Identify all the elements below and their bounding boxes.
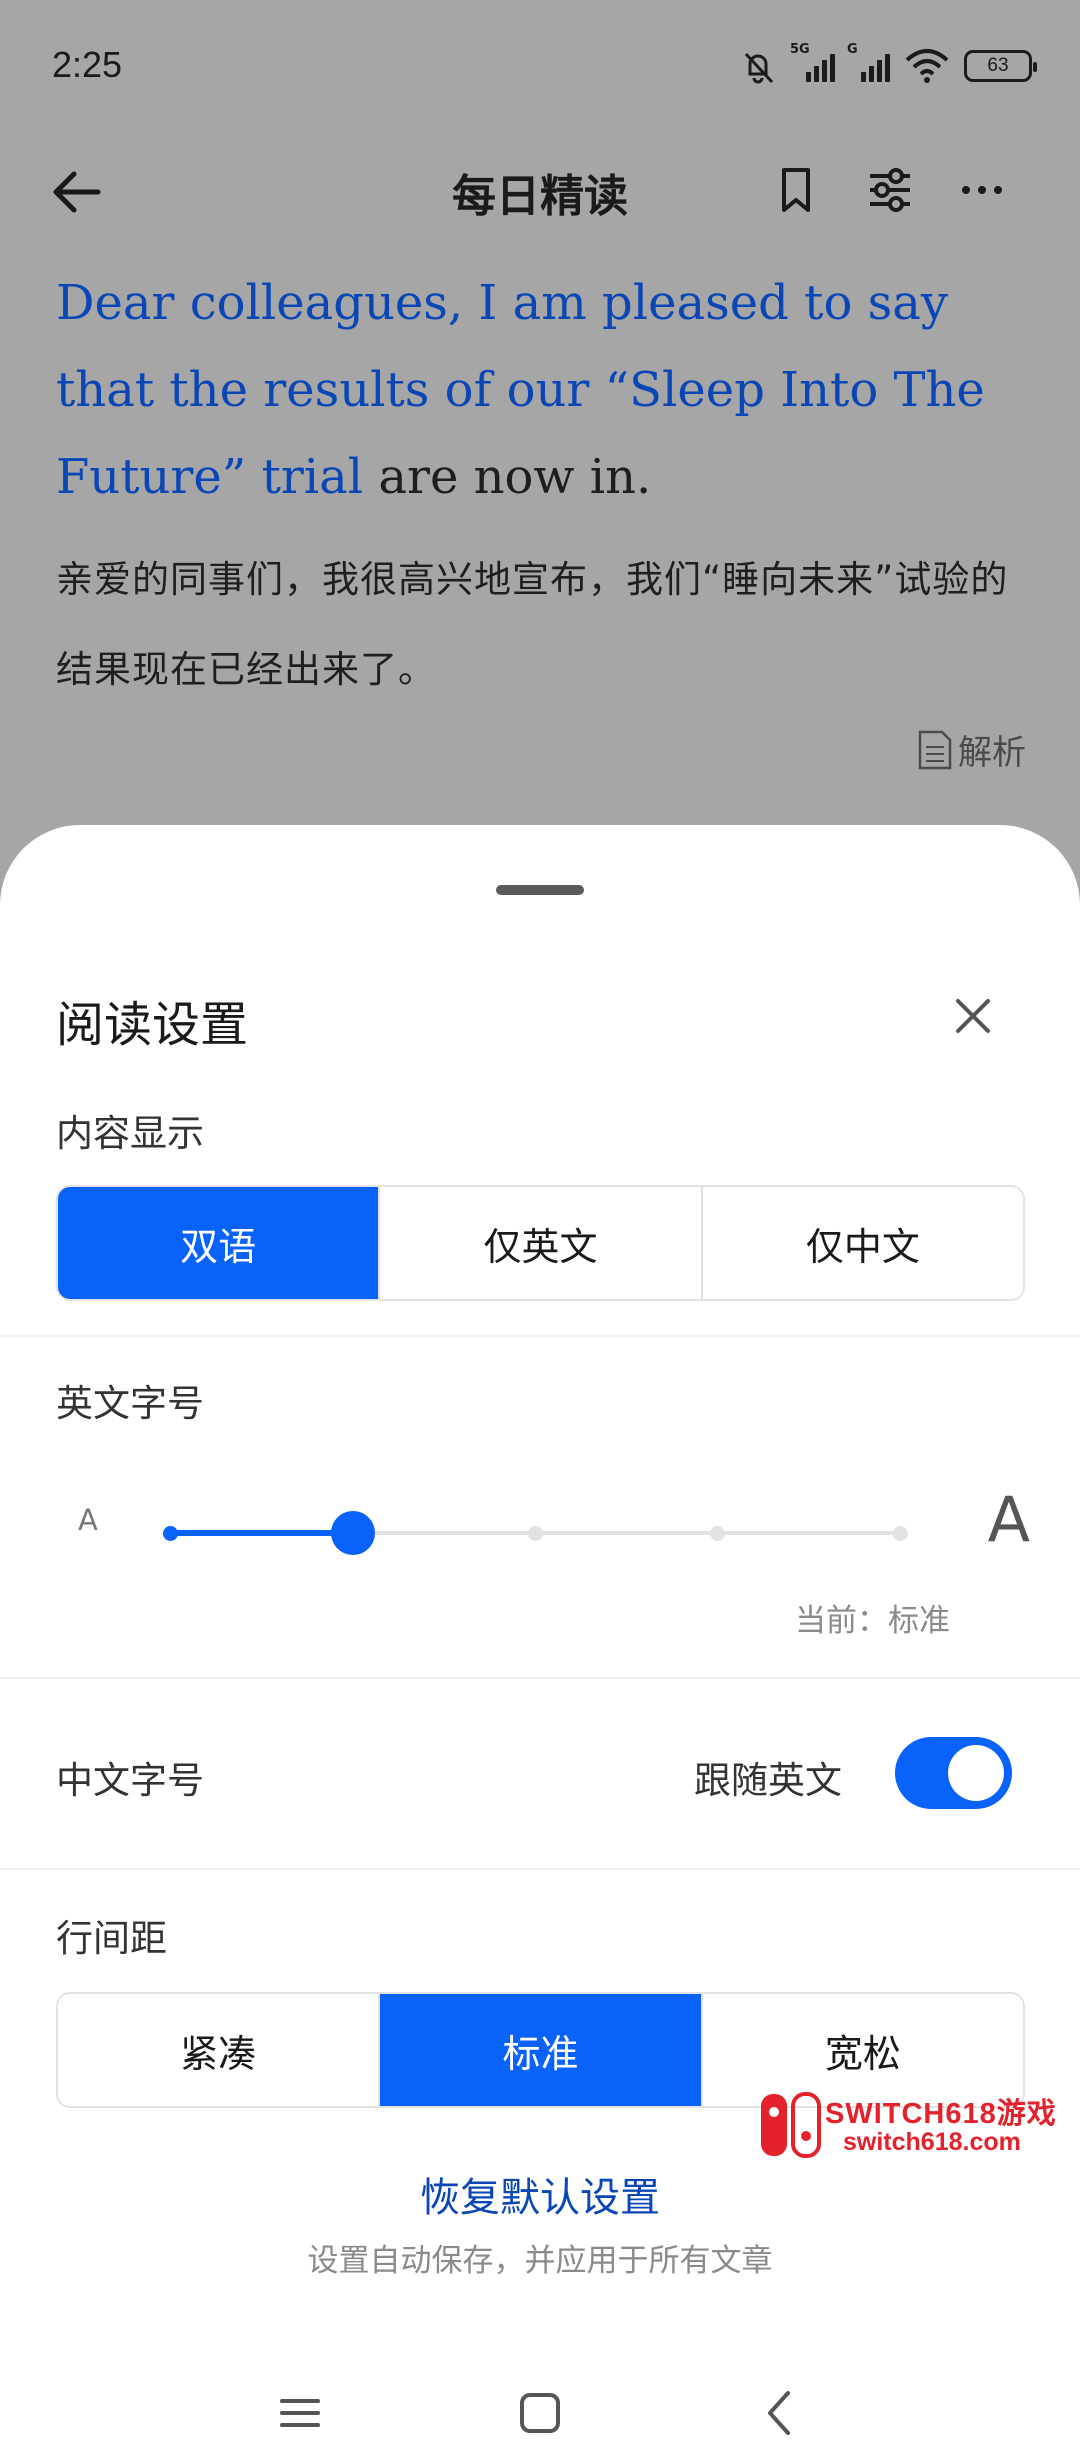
big-a-label: A — [987, 1483, 1030, 1556]
divider — [0, 1677, 1080, 1679]
status-time: 2:25 — [52, 44, 123, 85]
bookmark-icon[interactable] — [768, 162, 824, 218]
slider-stop[interactable] — [710, 1525, 725, 1541]
follow-english-label: 跟随英文 — [694, 1759, 842, 1802]
reading-settings-sheet: 阅读设置 内容显示 双语 仅英文 仅中文 英文字号 A A 当前：标准 中文字号… — [0, 825, 1080, 2460]
menu-icon[interactable] — [270, 2383, 330, 2443]
wifi-icon — [905, 49, 949, 83]
chinese-translation: 亲爱的同事们，我很高兴地宣布，我们“睡向未来”试验的结果现在已经出来了。 — [56, 558, 1009, 691]
english-font-size-slider[interactable]: A A — [60, 1475, 1030, 1585]
battery-icon: 63 — [964, 50, 1037, 82]
english-font-size-label: 英文字号 — [56, 1382, 204, 1425]
watermark-title: SWITCH618游戏 — [825, 2098, 1057, 2130]
slider-thumb[interactable] — [330, 1511, 375, 1555]
content-display-label: 内容显示 — [56, 1112, 204, 1155]
status-bar: 2:25 5G G 63 — [0, 0, 1080, 130]
slider-stop[interactable] — [527, 1525, 543, 1541]
analysis-link[interactable]: 解析 — [916, 725, 1026, 774]
site-watermark: SWITCH618游戏 switch618.com — [757, 2090, 1067, 2162]
watermark-url: switch618.com — [843, 2128, 1021, 2156]
sheet-drag-handle[interactable] — [496, 885, 584, 895]
content-display-segmented-control: 双语 仅英文 仅中文 — [56, 1185, 1025, 1301]
system-navigation-bar — [0, 2365, 1080, 2460]
slider-stop[interactable] — [892, 1525, 908, 1541]
divider — [0, 1335, 1080, 1337]
follow-english-toggle[interactable] — [895, 1737, 1012, 1809]
slider-stop[interactable] — [162, 1525, 178, 1541]
signal-icon-2: G — [847, 42, 890, 82]
line-spacing-label: 行间距 — [56, 1917, 167, 1960]
more-dots-icon[interactable] — [954, 162, 1010, 218]
signal-icon: 5G — [790, 42, 835, 82]
sheet-title: 阅读设置 — [56, 997, 249, 1053]
signal-tag-g: G — [847, 42, 858, 57]
signal-tag-5g: 5G — [790, 42, 810, 57]
back-icon[interactable] — [750, 2383, 810, 2443]
divider — [0, 1868, 1080, 1870]
autosave-hint: 设置自动保存，并应用于所有文章 — [307, 2243, 773, 2279]
close-icon[interactable] — [944, 987, 1002, 1045]
small-a-label: A — [78, 1503, 98, 1537]
option-english-only[interactable]: 仅英文 — [380, 1187, 703, 1299]
document-icon — [918, 730, 952, 769]
switch-console-logo-icon — [761, 2092, 821, 2158]
option-standard[interactable]: 标准 — [380, 1994, 703, 2106]
analysis-label: 解析 — [958, 733, 1026, 773]
status-icons: 5G G 63 — [738, 42, 1037, 88]
slider-fill — [170, 1530, 353, 1536]
restore-defaults-button[interactable]: 恢复默认设置 — [0, 2165, 1080, 2223]
option-bilingual[interactable]: 双语 — [58, 1187, 381, 1299]
english-rest-text: are now in. — [363, 449, 652, 505]
option-chinese-only[interactable]: 仅中文 — [702, 1187, 1023, 1299]
english-sentence[interactable]: Dear colleagues, I am pleased to say tha… — [56, 260, 1026, 521]
mute-bell-icon — [744, 52, 774, 84]
current-size-text: 当前：标准 — [795, 1603, 950, 1639]
top-navigation: 每日精读 — [0, 140, 1080, 240]
page-title: 每日精读 — [452, 171, 628, 222]
chinese-font-size-label: 中文字号 — [56, 1759, 204, 1802]
toggle-knob — [948, 1745, 1004, 1801]
home-icon[interactable] — [510, 2383, 570, 2443]
settings-sliders-icon[interactable] — [862, 162, 918, 218]
option-compact[interactable]: 紧凑 — [58, 1994, 381, 2106]
article-paragraph: Dear colleagues, I am pleased to say tha… — [56, 260, 1026, 715]
